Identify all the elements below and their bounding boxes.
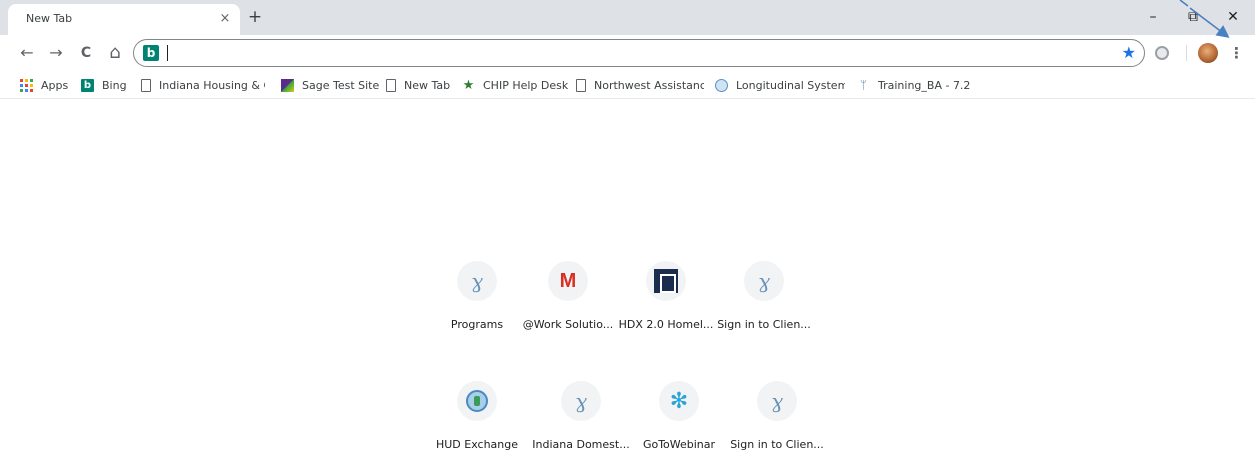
shortcut-gotowebinar[interactable]: ✻ GoToWebinar <box>627 381 731 460</box>
shortcut-work-solutions[interactable]: M @Work Solutio... <box>516 261 620 353</box>
bookmark-training-ba[interactable]: ᛘ Training_BA - 7.2 <box>857 76 971 94</box>
shortcut-label: HUD Exchange <box>435 438 519 451</box>
tab-close-icon[interactable]: × <box>216 10 234 28</box>
hdx-icon <box>654 269 678 293</box>
star-icon: ★ <box>462 77 475 93</box>
shortcut-programs[interactable]: ɣ Programs <box>425 261 529 353</box>
apps-grid-icon <box>20 78 33 92</box>
sage-icon <box>281 78 294 92</box>
bing-icon: b <box>143 45 159 61</box>
hud-icon <box>466 390 488 412</box>
address-input[interactable] <box>166 43 1106 63</box>
bookmark-label: Sage Test Site <box>302 78 380 92</box>
figure-icon: ɣ <box>758 269 770 293</box>
shortcut-label: Indiana Domest... <box>532 438 630 451</box>
shortcut-icon-circle: ɣ <box>457 261 497 301</box>
tab-strip: New Tab × + – ⧉ ✕ <box>0 0 1255 35</box>
figure-icon: ɣ <box>471 269 483 293</box>
shortcut-icon-circle: ɣ <box>757 381 797 421</box>
page-icon <box>386 78 396 92</box>
bookmark-sage-test-site[interactable]: Sage Test Site <box>281 76 379 94</box>
bookmark-longitudinal-system[interactable]: Longitudinal System <box>715 76 845 94</box>
shortcut-label: Sign in to Clien... <box>730 438 824 451</box>
text-caret <box>167 45 168 61</box>
bookmark-label: Apps <box>41 78 69 92</box>
shortcut-icon-circle: ✻ <box>659 381 699 421</box>
browser-toolbar: ← → C ⌂ b ★ ⋮ <box>0 35 1255 71</box>
gmail-icon: M <box>559 269 577 292</box>
bookmark-label: New Tab <box>404 78 451 92</box>
bookmark-apps[interactable]: Apps <box>20 76 68 94</box>
bookmark-label: Northwest Assistance <box>594 78 704 92</box>
bookmark-chip-help-desk[interactable]: ★ CHIP Help Desk <box>462 76 569 94</box>
bookmark-label: Training_BA - 7.2 <box>878 78 971 92</box>
training-icon: ᛘ <box>859 77 868 92</box>
shortcut-icon-circle <box>646 261 686 301</box>
shortcut-label: Sign in to Clien... <box>717 318 811 331</box>
bookmark-bing[interactable]: b Bing <box>81 76 127 94</box>
shortcut-sign-in-client-1[interactable]: ɣ Sign in to Clien... <box>712 261 816 353</box>
minimize-button[interactable]: – <box>1140 6 1166 28</box>
shortcut-icon-circle: M <box>548 261 588 301</box>
shortcut-indiana-domestic[interactable]: ɣ Indiana Domest... <box>529 381 633 460</box>
shortcut-icon-circle <box>457 381 497 421</box>
tab-title: New Tab <box>26 12 73 25</box>
bookmark-indiana-housing[interactable]: Indiana Housing & C <box>141 76 265 94</box>
bookmark-new-tab[interactable]: New Tab <box>386 76 450 94</box>
shortcut-icon-circle: ɣ <box>744 261 784 301</box>
address-bar[interactable]: b ★ <box>133 39 1145 67</box>
home-button[interactable]: ⌂ <box>104 42 126 64</box>
bookmarks-bar: Apps b Bing Indiana Housing & C Sage Tes… <box>0 71 1255 99</box>
shortcut-label: GoToWebinar <box>642 438 716 451</box>
extension-icon[interactable] <box>1155 46 1169 60</box>
figure-icon: ɣ <box>575 389 587 413</box>
bookmark-label: Indiana Housing & C <box>159 78 265 92</box>
page-icon <box>576 78 586 92</box>
back-button[interactable]: ← <box>16 42 38 64</box>
new-tab-button[interactable]: + <box>245 8 265 28</box>
forward-button[interactable]: → <box>45 42 67 64</box>
figure-icon: ɣ <box>771 389 783 413</box>
bing-icon: b <box>81 78 94 92</box>
bookmark-star-icon[interactable]: ★ <box>1122 43 1136 63</box>
shortcut-icon-circle: ɣ <box>561 381 601 421</box>
shortcut-label: HDX 2.0 Homel... <box>618 318 714 331</box>
tab-new-tab[interactable]: New Tab × <box>8 4 240 35</box>
bookmark-label: Bing <box>102 78 127 92</box>
page-icon <box>141 78 151 92</box>
longitudinal-icon <box>715 78 728 92</box>
bookmark-northwest-assistance[interactable]: Northwest Assistance <box>576 76 704 94</box>
reload-button[interactable]: C <box>75 42 97 64</box>
annotation-arrow <box>1179 0 1230 38</box>
shortcut-sign-in-client-2[interactable]: ɣ Sign in to Clien... <box>725 381 829 460</box>
bookmark-label: CHIP Help Desk <box>483 78 569 92</box>
shortcut-label: @Work Solutio... <box>522 318 614 331</box>
shortcut-label: Programs <box>450 318 504 331</box>
shortcut-hud-exchange[interactable]: HUD Exchange <box>425 381 529 460</box>
shortcut-hdx[interactable]: HDX 2.0 Homel... <box>614 261 718 353</box>
bookmark-label: Longitudinal System <box>736 78 845 92</box>
gotowebinar-icon: ✻ <box>669 388 689 414</box>
